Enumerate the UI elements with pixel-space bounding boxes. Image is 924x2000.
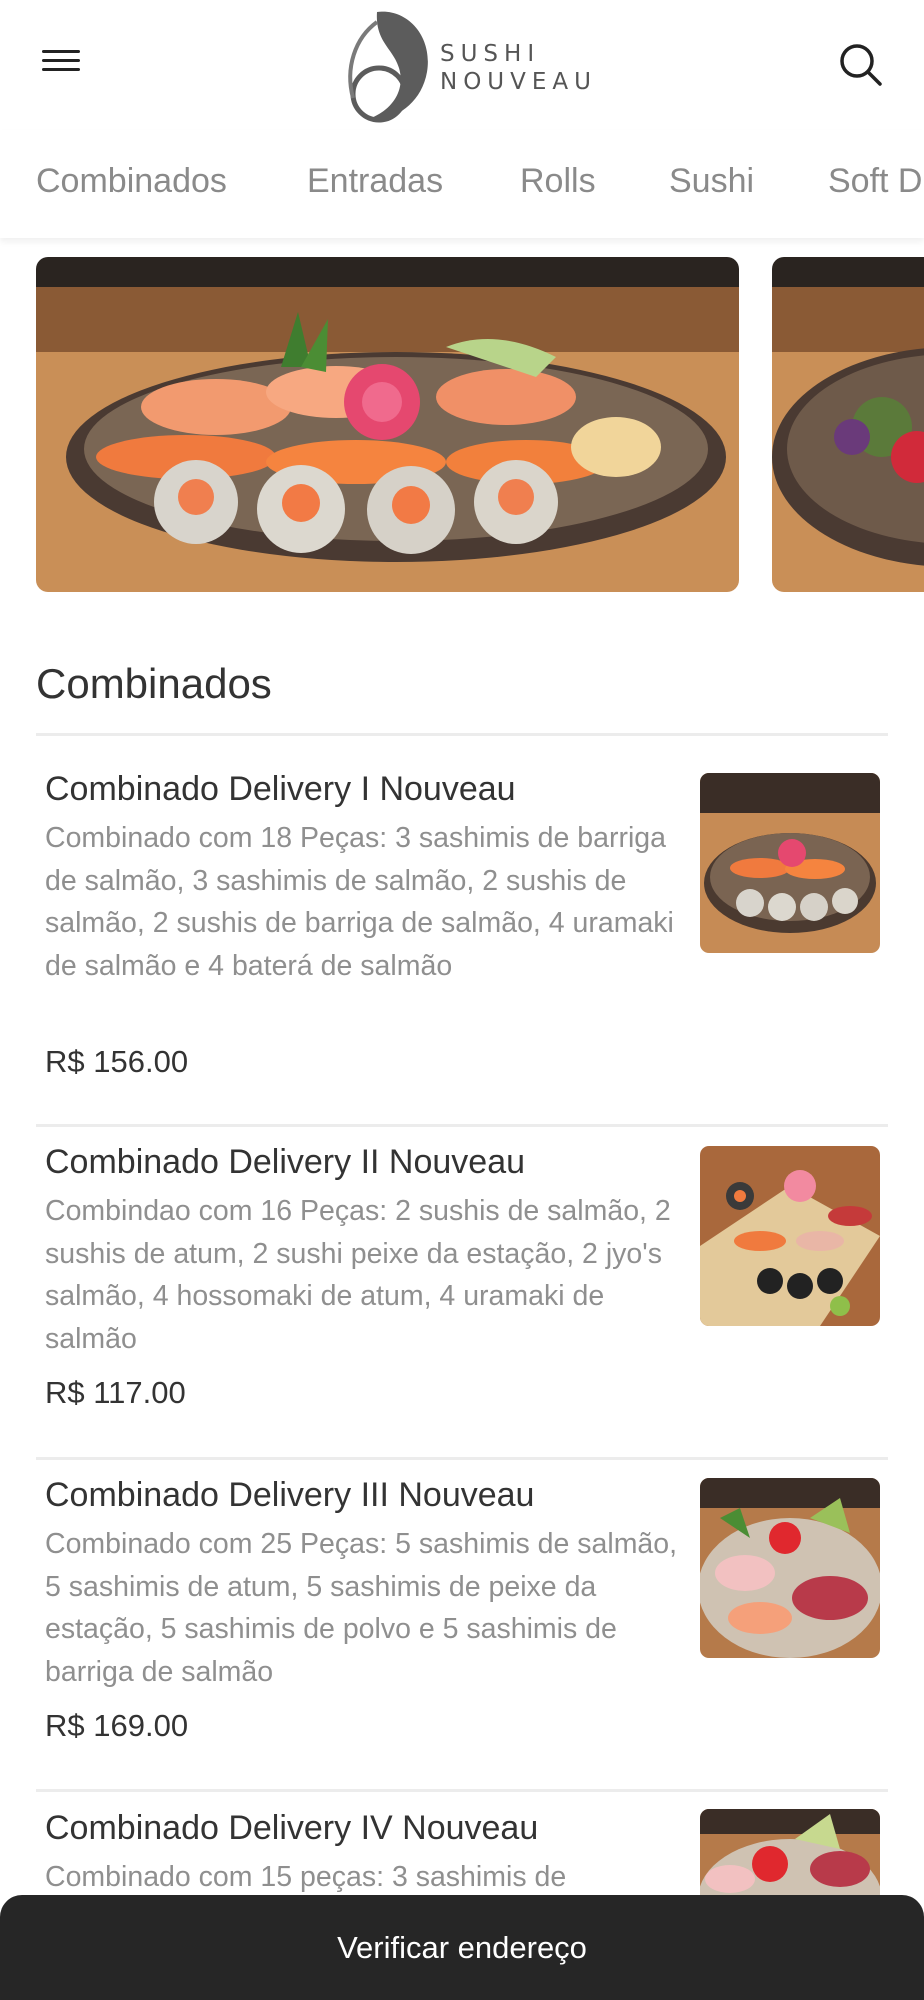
item-description: Combinado com 25 Peças: 5 sashimis de sa… <box>45 1528 678 1688</box>
hamburger-menu-icon[interactable] <box>38 44 86 84</box>
logo-text: SUSHI NOUVEAU <box>440 40 597 96</box>
item-description: Combindao com 16 Peças: 2 sushis de salm… <box>45 1195 671 1355</box>
logo-line-1: SUSHI <box>440 41 541 67</box>
item-price: R$ 117.00 <box>45 1375 186 1410</box>
item-description: Combinado com 15 peças: 3 sashimis de <box>45 1861 567 1893</box>
item-thumbnail <box>700 1809 880 1895</box>
divider <box>36 1124 888 1127</box>
banner-carousel[interactable] <box>0 257 924 592</box>
item-thumbnail <box>700 1478 880 1658</box>
item-name: Combinado Delivery II Nouveau <box>45 1143 526 1181</box>
divider <box>36 733 888 736</box>
item-name: Combinado Delivery III Nouveau <box>45 1476 535 1514</box>
app-header: SUSHI NOUVEAU <box>0 0 924 130</box>
logo-line-2: NOUVEAU <box>440 69 597 95</box>
item-price: R$ 156.00 <box>45 1044 189 1079</box>
menu-item-1[interactable]: Combinado Delivery I Nouveau Combinado c… <box>36 767 888 1107</box>
divider <box>36 1789 888 1792</box>
tab-soft-drinks[interactable]: Soft Drinks <box>828 162 924 201</box>
verify-address-button[interactable]: Verificar endereço <box>0 1895 924 2000</box>
logo-mark-icon <box>348 11 428 123</box>
tab-entradas[interactable]: Entradas <box>307 162 443 201</box>
menu-item-2[interactable]: Combinado Delivery II Nouveau Combindao … <box>36 1140 888 1440</box>
item-name: Combinado Delivery I Nouveau <box>45 770 516 808</box>
item-thumbnail <box>700 773 880 953</box>
menu-item-4[interactable]: Combinado Delivery IV Nouveau Combinado … <box>36 1806 888 1906</box>
tab-rolls[interactable]: Rolls <box>520 162 596 201</box>
item-description: Combinado com 18 Peças: 3 sashimis de ba… <box>45 822 674 982</box>
tab-combinados[interactable]: Combinados <box>36 162 227 201</box>
tab-sushi[interactable]: Sushi <box>669 162 754 201</box>
search-icon[interactable] <box>836 40 886 90</box>
section-title: Combinados <box>36 660 272 707</box>
banner-image-next[interactable] <box>772 257 924 592</box>
menu-item-3[interactable]: Combinado Delivery III Nouveau Combinado… <box>36 1473 888 1773</box>
brand-logo[interactable]: SUSHI NOUVEAU <box>335 8 595 124</box>
banner-image-combinado[interactable] <box>36 257 739 592</box>
item-price: R$ 169.00 <box>45 1708 189 1743</box>
divider <box>36 1457 888 1460</box>
category-tabs: Combinados Entradas Rolls Sushi Soft Dri… <box>0 130 924 238</box>
item-name: Combinado Delivery IV Nouveau <box>45 1809 539 1847</box>
item-thumbnail <box>700 1146 880 1326</box>
